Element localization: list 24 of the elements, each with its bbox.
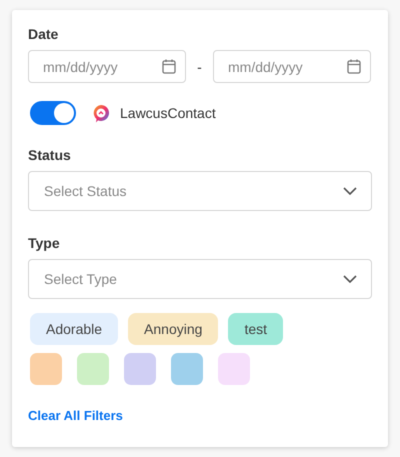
chat-bubble-logo-icon <box>92 104 110 122</box>
toggle-switch[interactable] <box>30 101 76 125</box>
color-swatch[interactable] <box>218 353 250 385</box>
end-date-field[interactable]: mm/dd/yyyy <box>213 50 371 83</box>
type-dropdown[interactable]: Select Type <box>28 259 372 299</box>
chevron-down-icon <box>343 187 357 195</box>
tag-chip[interactable]: Annoying <box>128 313 218 345</box>
toggle-label: LawcusContact <box>120 105 216 121</box>
start-date-field[interactable]: mm/dd/yyyy <box>28 50 186 83</box>
calendar-icon[interactable] <box>162 59 176 74</box>
color-swatch[interactable] <box>124 353 156 385</box>
color-swatch[interactable] <box>30 353 62 385</box>
color-swatch[interactable] <box>77 353 109 385</box>
tag-chip[interactable]: Adorable <box>30 313 118 345</box>
date-label: Date <box>28 26 60 42</box>
chevron-down-icon <box>343 275 357 283</box>
date-separator: - <box>196 58 203 74</box>
clear-filters-link[interactable]: Clear All Filters <box>28 408 123 423</box>
tag-chip[interactable]: test <box>228 313 284 345</box>
type-label: Type <box>28 235 61 251</box>
status-dropdown[interactable]: Select Status <box>28 171 372 211</box>
status-label: Status <box>28 147 72 163</box>
calendar-icon[interactable] <box>347 59 361 74</box>
color-swatch[interactable] <box>171 353 203 385</box>
